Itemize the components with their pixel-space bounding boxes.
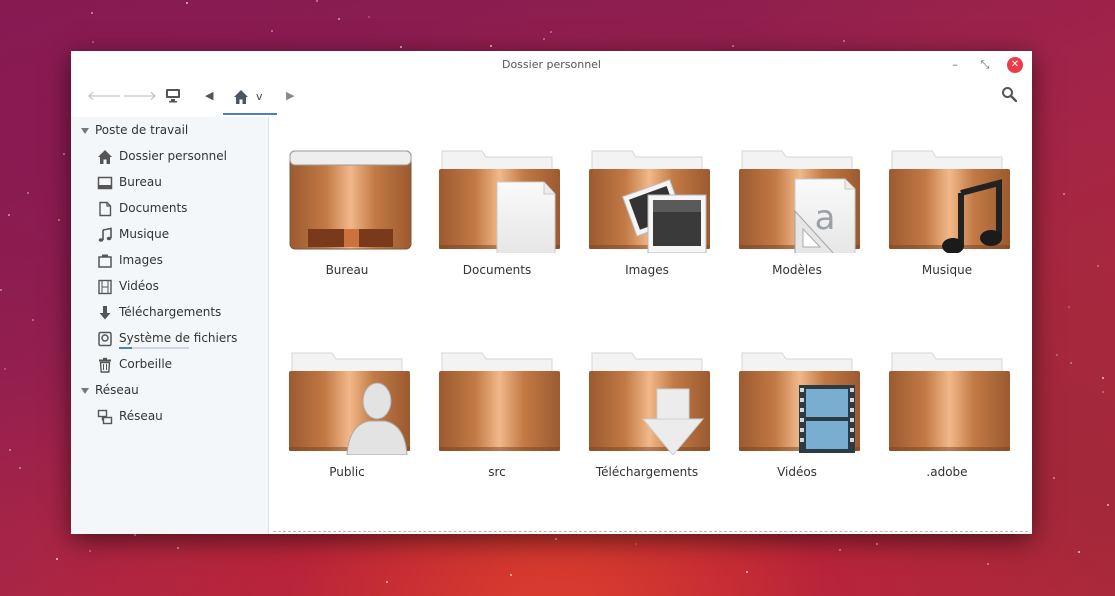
drive-icon: [98, 331, 112, 346]
trash-icon: [99, 357, 111, 373]
file-item-documents[interactable]: Documents: [422, 149, 572, 319]
images-icon: [98, 254, 112, 268]
sidebar-item-reseau[interactable]: Réseau: [97, 406, 163, 426]
minimize-button[interactable]: –: [947, 57, 963, 73]
file-item-videos[interactable]: Vidéos: [722, 351, 872, 521]
templates-folder-icon: a: [739, 150, 861, 253]
folder-icon: [439, 352, 561, 452]
sidebar-item-bureau[interactable]: Bureau: [97, 172, 162, 192]
pictures-folder-icon: [589, 150, 711, 253]
forward-icon[interactable]: 🡒: [122, 88, 157, 104]
sidebar-section-reseau[interactable]: Réseau: [81, 383, 139, 397]
file-item-modeles[interactable]: a Modèles: [722, 149, 872, 319]
path-left-icon[interactable]: ◀: [205, 89, 213, 102]
filesystem-usage-bar: [119, 347, 189, 349]
sidebar-item-images[interactable]: Images: [97, 250, 163, 270]
home-icon: [234, 90, 248, 104]
file-item-telechargements[interactable]: Téléchargements: [572, 351, 722, 521]
network-icon: [97, 409, 113, 424]
toolbar: 🡐 🡒 ◀ v ▶: [71, 81, 1032, 115]
sidebar-item-musique[interactable]: Musique: [97, 224, 169, 244]
chevron-down-icon: v: [256, 90, 263, 103]
download-arrow-icon: [99, 305, 111, 319]
sidebar-item-documents[interactable]: Documents: [97, 198, 187, 218]
title-bar[interactable]: Dossier personnel – ⤡ ✕: [71, 51, 1032, 79]
back-icon[interactable]: 🡐: [87, 88, 122, 104]
file-manager-window: Dossier personnel – ⤡ ✕ 🡐 🡒 ◀ v ▶ Poste …: [71, 51, 1032, 534]
file-item-bureau[interactable]: Bureau: [272, 149, 422, 319]
file-item-adobe[interactable]: .adobe: [872, 351, 1022, 521]
path-right-icon[interactable]: ▶: [286, 89, 294, 102]
music-folder-icon: [889, 150, 1011, 253]
sidebar: Poste de travail Dossier personnel Burea…: [71, 117, 269, 534]
folder-icon: [889, 352, 1011, 452]
breadcrumb-home[interactable]: v: [223, 83, 277, 115]
documents-folder-icon: [439, 150, 561, 253]
film-icon: [98, 279, 112, 294]
sidebar-item-videos[interactable]: Vidéos: [97, 276, 159, 296]
svg-text:a: a: [815, 198, 836, 238]
file-item-src[interactable]: src: [422, 351, 572, 521]
sidebar-item-systeme-de-fichiers[interactable]: Système de fichiers: [97, 328, 237, 348]
sidebar-item-dossier-personnel[interactable]: Dossier personnel: [97, 146, 227, 166]
file-grid: Bureau Documents Images a Modèles Musiqu…: [269, 117, 1032, 534]
music-note-icon: [98, 227, 112, 242]
desktop-folder-icon: [289, 150, 412, 250]
sidebar-item-telechargements[interactable]: Téléchargements: [97, 302, 221, 322]
window-title: Dossier personnel: [501, 58, 601, 71]
file-item-images[interactable]: Images: [572, 149, 722, 319]
file-item-musique[interactable]: Musique: [872, 149, 1022, 319]
content-bottom-divider: [273, 531, 1028, 532]
desktop-icon: [97, 176, 113, 189]
downloads-folder-icon: [589, 352, 711, 455]
close-button[interactable]: ✕: [1007, 57, 1023, 73]
document-icon: [99, 201, 112, 216]
search-icon[interactable]: [1001, 86, 1018, 106]
filesystem-usage-fill: [119, 347, 132, 349]
restore-button[interactable]: ⤡: [977, 57, 993, 73]
home-icon: [98, 149, 112, 164]
sidebar-section-poste-de-travail[interactable]: Poste de travail: [81, 123, 188, 137]
computer-icon[interactable]: [165, 87, 181, 107]
file-item-public[interactable]: Public: [272, 351, 422, 521]
sidebar-item-corbeille[interactable]: Corbeille: [97, 354, 172, 374]
public-folder-icon: [289, 352, 411, 455]
videos-folder-icon: [739, 352, 861, 453]
